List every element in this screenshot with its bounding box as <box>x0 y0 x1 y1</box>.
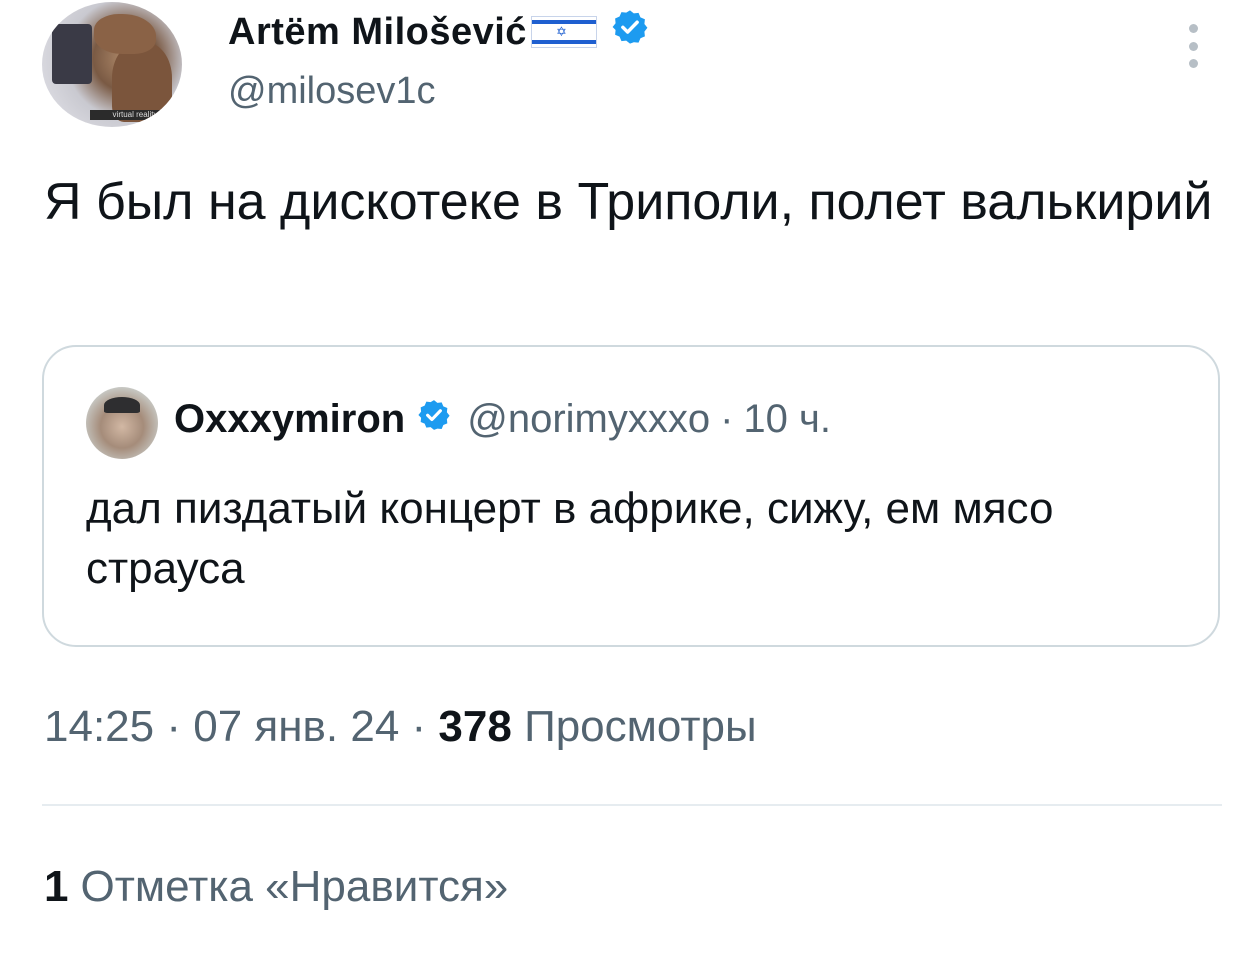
author-avatar[interactable]: virtual reality <box>42 2 182 127</box>
views-count: 378 <box>438 702 512 751</box>
quoted-tweet-card[interactable]: Oxxxymiron @norimyxxxo · 10 ч. дал пизда… <box>42 345 1220 647</box>
separator-dot: · <box>166 702 181 751</box>
verified-badge-icon <box>611 8 649 56</box>
tweet-detail-page: virtual reality Artёm Milošević ✡ @milos… <box>0 0 1260 960</box>
likes-count: 1 <box>44 862 69 911</box>
divider <box>42 804 1222 806</box>
likes-row[interactable]: 1 Отметка «Нравится» <box>44 862 508 912</box>
quoted-tweet-time[interactable]: 10 ч. <box>743 397 831 442</box>
avatar-caption: virtual reality <box>90 110 180 120</box>
quoted-author-name[interactable]: Oxxxymiron <box>174 397 405 442</box>
quoted-tweet-header: Oxxxymiron @norimyxxxo · 10 ч. <box>174 397 831 442</box>
separator-dot: · <box>720 397 734 441</box>
separator-dot: · <box>411 702 427 751</box>
tweet-date[interactable]: 07 янв. 24 <box>193 702 399 751</box>
likes-label: Отметка «Нравится» <box>80 862 509 911</box>
tweet-meta: 14:25 · 07 янв. 24 · 378 Просмотры <box>44 702 757 752</box>
quoted-author-handle[interactable]: @norimyxxxo <box>467 397 710 442</box>
tweet-text: Я был на дискотеке в Триполи, полет валь… <box>44 173 1213 231</box>
quoted-tweet-text: дал пиздатый концерт в африке, сижу, ем … <box>86 484 1054 593</box>
verified-badge-icon <box>417 397 451 442</box>
flag-israel-icon: ✡ <box>530 16 597 48</box>
author-name[interactable]: Artёm Milošević <box>228 11 527 54</box>
author-handle[interactable]: @milosev1c <box>228 70 436 113</box>
more-options-icon[interactable] <box>1186 24 1200 68</box>
views-label: Просмотры <box>524 702 757 751</box>
author-name-row[interactable]: Artёm Milošević ✡ <box>228 8 649 56</box>
quoted-author-avatar[interactable] <box>86 387 158 459</box>
tweet-time[interactable]: 14:25 <box>44 702 154 751</box>
